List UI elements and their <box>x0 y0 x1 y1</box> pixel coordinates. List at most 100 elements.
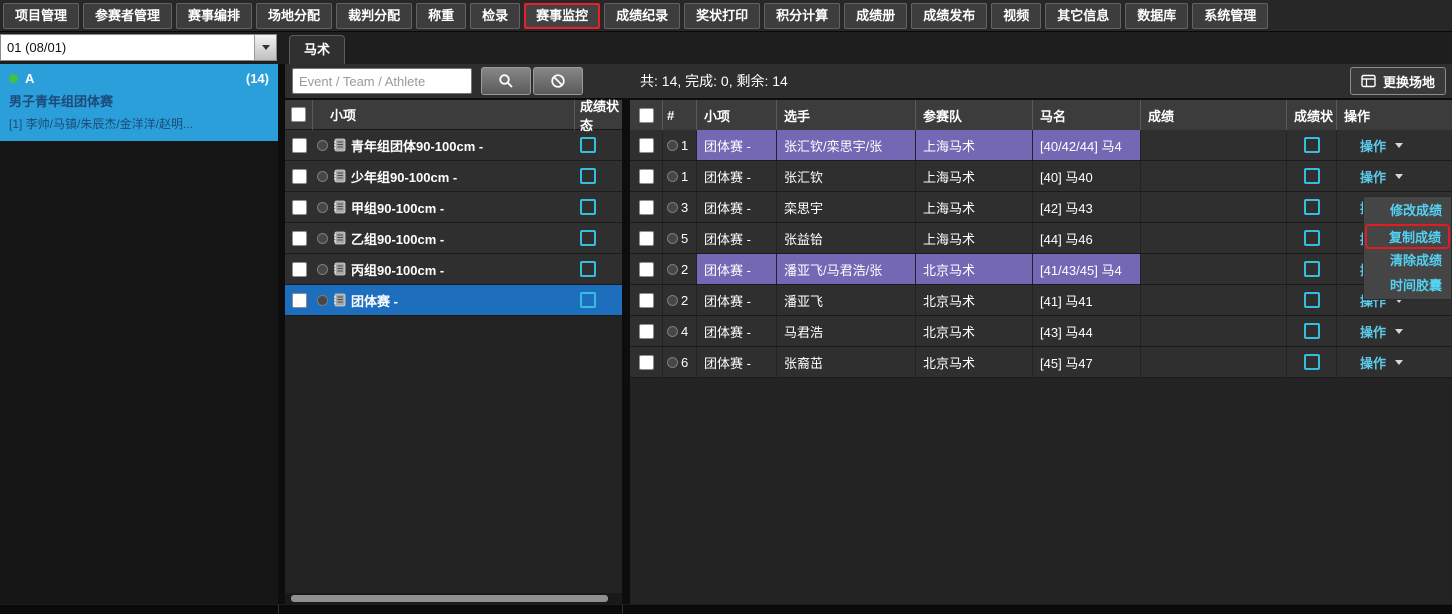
row-radio[interactable] <box>667 326 678 337</box>
row-checkbox[interactable] <box>292 293 307 308</box>
menu-weighing[interactable]: 称重 <box>416 3 466 29</box>
menu-item-time-capsule[interactable]: 时间胶囊 <box>1364 274 1451 299</box>
menu-event-monitoring[interactable]: 赛事监控 <box>524 3 600 29</box>
event-cell: 团体赛 - <box>697 192 777 222</box>
row-radio[interactable] <box>317 233 328 244</box>
table-row[interactable]: 3 团体赛 - 栾思宇 上海马术 [42] 马43 操作 <box>630 192 1452 223</box>
menu-event-scheduling[interactable]: 赛事编排 <box>176 3 252 29</box>
menu-score-record[interactable]: 成绩纪录 <box>604 3 680 29</box>
score-status-checkbox[interactable] <box>1304 323 1320 339</box>
column-header-horse: 马名 <box>1033 100 1141 130</box>
menu-score-publishing[interactable]: 成绩发布 <box>911 3 987 29</box>
list-item-selected[interactable]: 团体赛 - <box>285 285 622 316</box>
table-row[interactable]: 2 团体赛 - 潘亚飞/马君浩/张 北京马术 [41/43/45] 马4 操作 <box>630 254 1452 285</box>
menu-video[interactable]: 视频 <box>991 3 1041 29</box>
row-checkbox[interactable] <box>639 262 654 277</box>
score-status-checkbox[interactable] <box>580 292 596 308</box>
score-status-checkbox[interactable] <box>1304 354 1320 370</box>
row-checkbox[interactable] <box>292 200 307 215</box>
row-radio[interactable] <box>667 264 678 275</box>
change-venue-button[interactable]: 更换场地 <box>1350 67 1446 95</box>
row-radio[interactable] <box>667 295 678 306</box>
score-cell <box>1141 223 1287 253</box>
row-radio[interactable] <box>667 233 678 244</box>
event-title: 男子青年组团体赛 <box>9 91 269 110</box>
horizontal-scrollbar-thumb[interactable] <box>291 595 608 602</box>
search-button[interactable] <box>481 67 531 95</box>
action-dropdown-button[interactable]: 操作 <box>1360 136 1403 155</box>
menu-participant-management[interactable]: 参赛者管理 <box>83 3 172 29</box>
menu-points-calculation[interactable]: 积分计算 <box>764 3 840 29</box>
session-select-arrow-button[interactable] <box>254 35 276 60</box>
row-radio[interactable] <box>317 202 328 213</box>
menu-item-copy-score[interactable]: 复制成绩 <box>1365 224 1450 249</box>
menu-item-modify-score[interactable]: 修改成绩 <box>1364 199 1451 224</box>
menu-project-management[interactable]: 项目管理 <box>3 3 79 29</box>
row-checkbox[interactable] <box>292 231 307 246</box>
menu-system-management[interactable]: 系统管理 <box>1192 3 1268 29</box>
menu-score-book[interactable]: 成绩册 <box>844 3 907 29</box>
row-radio[interactable] <box>317 264 328 275</box>
row-checkbox[interactable] <box>639 324 654 339</box>
action-dropdown-button[interactable]: 操作 <box>1360 322 1403 341</box>
row-checkbox[interactable] <box>639 293 654 308</box>
list-item[interactable]: 青年组团体90-100cm - <box>285 130 622 161</box>
menu-database[interactable]: 数据库 <box>1125 3 1188 29</box>
search-input[interactable] <box>292 68 472 94</box>
select-all-checkbox[interactable] <box>291 107 306 122</box>
menu-judge-allocation[interactable]: 裁判分配 <box>336 3 412 29</box>
row-checkbox[interactable] <box>292 138 307 153</box>
table-row[interactable]: 4 团体赛 - 马君浩 北京马术 [43] 马44 操作 <box>630 316 1452 347</box>
row-checkbox[interactable] <box>639 355 654 370</box>
action-label: 操作 <box>1360 167 1386 186</box>
menu-other-info[interactable]: 其它信息 <box>1045 3 1121 29</box>
row-checkbox[interactable] <box>639 138 654 153</box>
action-dropdown-button[interactable]: 操作 <box>1360 167 1403 186</box>
score-status-checkbox[interactable] <box>1304 261 1320 277</box>
score-status-checkbox[interactable] <box>580 168 596 184</box>
menu-item-clear-score[interactable]: 清除成绩 <box>1364 249 1451 274</box>
score-status-checkbox[interactable] <box>580 230 596 246</box>
row-checkbox[interactable] <box>639 231 654 246</box>
list-item[interactable]: 甲组90-100cm - <box>285 192 622 223</box>
table-row[interactable]: 1 团体赛 - 张汇钦/栾思宇/张 上海马术 [40/42/44] 马4 操作 <box>630 130 1452 161</box>
table-row[interactable]: 1 团体赛 - 张汇钦 上海马术 [40] 马40 操作 <box>630 161 1452 192</box>
list-item[interactable]: 乙组90-100cm - <box>285 223 622 254</box>
list-item[interactable]: 少年组90-100cm - <box>285 161 622 192</box>
column-header-action: 操作 <box>1337 100 1452 130</box>
row-radio[interactable] <box>667 202 678 213</box>
select-all-checkbox[interactable] <box>639 108 654 123</box>
score-status-checkbox[interactable] <box>1304 292 1320 308</box>
event-list-header: 小项 成绩状态 <box>285 100 622 130</box>
row-radio[interactable] <box>317 171 328 182</box>
row-checkbox[interactable] <box>639 200 654 215</box>
score-status-checkbox[interactable] <box>1304 230 1320 246</box>
score-status-checkbox[interactable] <box>1304 199 1320 215</box>
horizontal-scrollbar-track[interactable] <box>285 593 622 604</box>
row-radio[interactable] <box>667 171 678 182</box>
row-checkbox[interactable] <box>292 169 307 184</box>
row-checkbox[interactable] <box>292 262 307 277</box>
table-row[interactable]: 6 团体赛 - 张裔茁 北京马术 [45] 马47 操作 <box>630 347 1452 378</box>
score-status-checkbox[interactable] <box>580 137 596 153</box>
row-radio[interactable] <box>317 140 328 151</box>
menu-check-in[interactable]: 检录 <box>470 3 520 29</box>
menu-certificate-printing[interactable]: 奖状打印 <box>684 3 760 29</box>
list-item[interactable]: 丙组90-100cm - <box>285 254 622 285</box>
score-status-checkbox[interactable] <box>580 261 596 277</box>
row-checkbox[interactable] <box>639 169 654 184</box>
score-status-checkbox[interactable] <box>1304 137 1320 153</box>
sidebar-item-selected-event[interactable]: A (14) 男子青年组团体赛 [1] 李帅/马镇/朱辰杰/金洋洋/赵明... <box>0 64 278 141</box>
clear-filter-button[interactable] <box>533 67 583 95</box>
score-status-checkbox[interactable] <box>1304 168 1320 184</box>
row-radio[interactable] <box>667 357 678 368</box>
menu-venue-allocation[interactable]: 场地分配 <box>256 3 332 29</box>
table-row[interactable]: 5 团体赛 - 张益铪 上海马术 [44] 马46 操作 <box>630 223 1452 254</box>
table-row[interactable]: 2 团体赛 - 潘亚飞 北京马术 [41] 马41 操作 <box>630 285 1452 316</box>
row-radio[interactable] <box>317 295 328 306</box>
action-dropdown-button[interactable]: 操作 <box>1360 353 1403 372</box>
row-radio[interactable] <box>667 140 678 151</box>
tab-equestrian[interactable]: 马术 <box>289 35 345 64</box>
score-status-checkbox[interactable] <box>580 199 596 215</box>
session-select[interactable]: 01 (08/01) <box>0 34 277 61</box>
